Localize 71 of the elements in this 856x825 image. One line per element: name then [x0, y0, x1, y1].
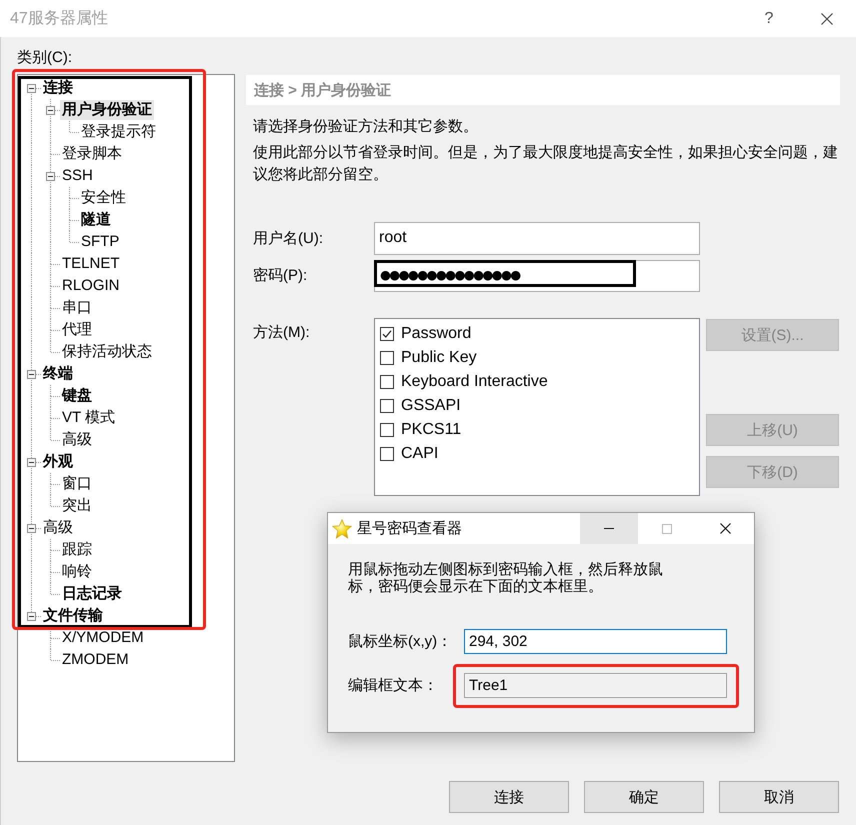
- collapse-icon[interactable]: [27, 458, 36, 466]
- checkbox[interactable]: [380, 327, 394, 341]
- edit-text-label: 编辑框文本：: [348, 676, 439, 695]
- tree-item[interactable]: 高级: [41, 518, 75, 538]
- username-label: 用户名(U):: [253, 228, 324, 248]
- cancel-button[interactable]: 取消: [719, 781, 839, 813]
- checkbox-label[interactable]: Password: [401, 325, 472, 343]
- checkbox[interactable]: [380, 351, 394, 365]
- collapse-icon[interactable]: [46, 106, 55, 114]
- tree-item[interactable]: 隧道: [79, 210, 113, 230]
- tree-item[interactable]: ZMODEM: [60, 650, 131, 670]
- edit-text-field[interactable]: Tree1: [464, 673, 727, 698]
- tree-item[interactable]: VT 模式: [60, 408, 118, 428]
- tree-item[interactable]: 串口: [60, 298, 94, 318]
- password-label: 密码(P):: [253, 266, 308, 286]
- tree-item[interactable]: 外观: [41, 452, 75, 472]
- tree-item[interactable]: 用户身份验证: [60, 100, 154, 120]
- minimize-icon: [604, 528, 614, 529]
- checkbox-label[interactable]: Public Key: [401, 349, 477, 367]
- checkbox-label[interactable]: PKCS11: [401, 421, 462, 439]
- checkbox-label[interactable]: Keyboard Interactive: [401, 373, 548, 391]
- collapse-icon[interactable]: [27, 612, 36, 620]
- breadcrumb-bar: 连接 > 用户身份验证: [246, 75, 840, 105]
- tree-item[interactable]: 连接: [41, 78, 75, 98]
- tree-item[interactable]: 跟踪: [60, 540, 94, 560]
- maximize-icon: [662, 524, 672, 534]
- method-label: 方法(M):: [253, 323, 311, 343]
- tree-item[interactable]: 登录脚本: [60, 144, 124, 164]
- tree-item[interactable]: 终端: [41, 364, 75, 384]
- instruction-text: 用鼠标拖动左侧图标到密码输入框，然后释放鼠标，密码便会显示在下面的文本框里。: [348, 561, 664, 595]
- description-text: 请选择身份验证方法和其它参数。: [253, 117, 479, 137]
- tree-item[interactable]: 保持活动状态: [60, 342, 154, 362]
- tree-item[interactable]: 突出: [60, 496, 94, 516]
- collapse-icon[interactable]: [27, 84, 36, 92]
- checkbox-label[interactable]: CAPI: [401, 445, 438, 463]
- username-field[interactable]: root: [374, 222, 700, 255]
- tree-item[interactable]: 键盘: [60, 386, 94, 406]
- checkbox-label[interactable]: GSSAPI: [401, 397, 461, 415]
- close-icon: [821, 12, 833, 24]
- collapse-icon[interactable]: [27, 524, 36, 532]
- tree-item[interactable]: SSH: [60, 166, 95, 186]
- collapse-icon[interactable]: [27, 370, 36, 378]
- checkbox[interactable]: [380, 375, 394, 389]
- password-field[interactable]: ●●●●●●●●●●●●●●●: [374, 260, 700, 292]
- close-icon: [720, 523, 730, 534]
- tree-item[interactable]: X/YMODEM: [60, 628, 146, 648]
- star-icon: [332, 518, 352, 538]
- tree-item[interactable]: 响铃: [60, 562, 94, 582]
- tree-item[interactable]: 安全性: [79, 188, 128, 208]
- tree-item[interactable]: TELNET: [60, 254, 122, 274]
- connect-button[interactable]: 连接: [449, 781, 569, 813]
- description-text: 使用此部分以节省登录时间。但是，为了最大限度地提高安全性，如果担心安全问题，建议您将此部分留空。: [253, 143, 839, 185]
- popup-title: 星号密码查看器: [357, 519, 463, 538]
- collapse-icon[interactable]: [46, 172, 55, 180]
- coordinates-label: 鼠标坐标(x,y)：: [348, 632, 454, 651]
- checkbox[interactable]: [380, 447, 394, 461]
- tree-item[interactable]: 登录提示符: [79, 122, 158, 142]
- tree-item[interactable]: SFTP: [79, 232, 122, 252]
- tree-item[interactable]: 日志记录: [60, 584, 124, 604]
- checkbox[interactable]: [380, 399, 394, 413]
- ok-button[interactable]: 确定: [584, 781, 704, 813]
- window-title: 47服务器属性: [10, 9, 109, 29]
- tree-item[interactable]: 高级: [60, 430, 94, 450]
- tree-item[interactable]: RLOGIN: [60, 276, 122, 296]
- tree-item[interactable]: 代理: [60, 320, 94, 340]
- help-button[interactable]: ?: [740, 0, 798, 37]
- coordinates-field[interactable]: 294, 302: [464, 629, 727, 654]
- checkbox[interactable]: [380, 423, 394, 437]
- category-label: 类别(C):: [17, 48, 73, 68]
- tree-item[interactable]: 窗口: [60, 474, 94, 494]
- tree-item[interactable]: 文件传输: [41, 606, 105, 626]
